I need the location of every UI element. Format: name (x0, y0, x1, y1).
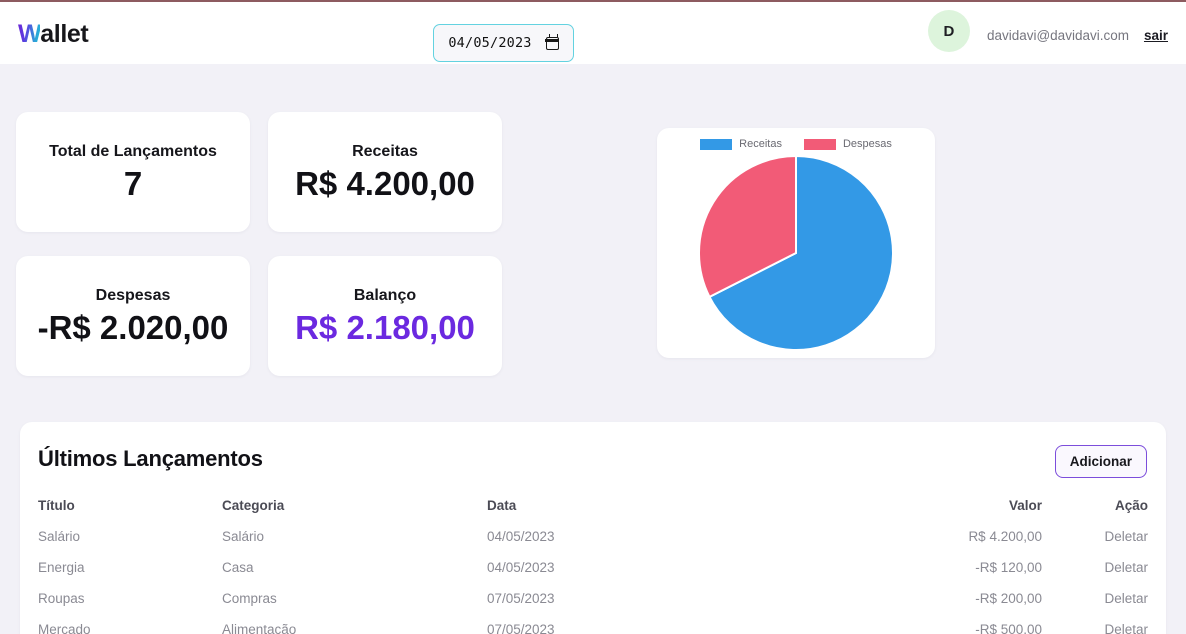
stat-card-balanco: Balanço R$ 2.180,00 (268, 256, 502, 376)
cell-valor: -R$ 200,00 (975, 591, 1042, 606)
column-header-data: Data (487, 498, 517, 513)
table-row: Roupas Compras 07/05/2023 -R$ 200,00 Deletar (38, 591, 1148, 622)
stat-value: -R$ 2.020,00 (37, 308, 229, 346)
logout-link[interactable]: sair (1144, 28, 1168, 43)
cell-valor: -R$ 500,00 (975, 622, 1042, 634)
delete-transaction-link[interactable]: Deletar (1042, 591, 1148, 622)
stat-label: Receitas (352, 142, 418, 160)
stat-card-total-lancamentos: Total de Lançamentos 7 (16, 112, 250, 232)
logo-rest: allet (40, 20, 89, 48)
date-picker[interactable]: 04/05/2023 (433, 24, 574, 62)
stat-label: Total de Lançamentos (49, 142, 217, 160)
cell-titulo: Roupas (38, 591, 85, 606)
table-row: Mercado Alimentação 07/05/2023 -R$ 500,00 De… (38, 622, 1148, 634)
table-row: Salário Salário 04/05/2023 R$ 4.200,00 Delet… (38, 529, 1148, 560)
transactions-table: Título Categoria Data Valor Ação Salário… (38, 498, 1148, 634)
user-area: D davidavi@davidavi.com sair (927, 10, 1168, 52)
cell-data: 07/05/2023 (487, 591, 555, 606)
legend-label: Receitas (739, 138, 782, 150)
cell-titulo: Salário (38, 529, 81, 544)
chart-legend: Receitas Despesas (657, 138, 935, 150)
app-header: Wallet 04/05/2023 D davidavi@davidavi.co… (0, 2, 1186, 64)
app-logo[interactable]: Wallet (18, 20, 89, 48)
avatar[interactable]: D (927, 10, 970, 52)
stat-value: 7 (123, 164, 143, 202)
cell-categoria: Compras (222, 591, 277, 606)
transactions-panel: Últimos Lançamentos Adicionar Título Cat… (20, 422, 1166, 634)
cell-data: 04/05/2023 (487, 529, 555, 544)
cell-categoria: Salário (222, 529, 265, 544)
cell-data: 07/05/2023 (487, 622, 555, 634)
stat-value: R$ 4.200,00 (295, 164, 475, 202)
legend-item-receitas[interactable]: Receitas (700, 138, 782, 150)
cell-valor: -R$ 120,00 (975, 560, 1042, 575)
legend-item-despesas[interactable]: Despesas (803, 138, 892, 150)
page-title: Últimos Lançamentos (38, 446, 263, 471)
cell-titulo: Energia (38, 560, 85, 575)
table-header-row: Título Categoria Data Valor Ação (38, 498, 1148, 529)
add-transaction-button[interactable]: Adicionar (1054, 445, 1147, 478)
legend-swatch-icon (700, 138, 733, 150)
calendar-icon[interactable] (545, 33, 560, 50)
cell-categoria: Casa (222, 560, 254, 575)
legend-swatch-icon (803, 138, 836, 150)
delete-transaction-link[interactable]: Deletar (1042, 622, 1148, 634)
column-header-titulo: Título (38, 498, 75, 513)
table-row: Energia Casa 04/05/2023 -R$ 120,00 Deletar (38, 560, 1148, 591)
logo-first-letter: W (18, 20, 41, 48)
cell-titulo: Mercado (38, 622, 91, 634)
pie-chart (657, 155, 935, 351)
user-email: davidavi@davidavi.com (986, 27, 1129, 43)
stat-label: Despesas (95, 286, 171, 304)
date-value: 04/05/2023 (448, 35, 532, 51)
pie-chart-card: Receitas Despesas (657, 128, 935, 358)
cell-data: 04/05/2023 (487, 560, 555, 575)
column-header-valor: Valor (1008, 498, 1042, 513)
transactions-body: Salário Salário 04/05/2023 R$ 4.200,00 Delet… (38, 529, 1148, 634)
legend-label: Despesas (842, 138, 892, 150)
stat-value: R$ 2.180,00 (295, 308, 475, 346)
cell-categoria: Alimentação (222, 622, 297, 634)
column-header-categoria: Categoria (222, 498, 285, 513)
delete-transaction-link[interactable]: Deletar (1042, 529, 1148, 560)
stat-card-despesas: Despesas -R$ 2.020,00 (16, 256, 250, 376)
stat-card-receitas: Receitas R$ 4.200,00 (268, 112, 502, 232)
cell-valor: R$ 4.200,00 (968, 529, 1042, 544)
stat-label: Balanço (353, 286, 417, 304)
pie-chart-svg[interactable] (698, 155, 894, 351)
delete-transaction-link[interactable]: Deletar (1042, 560, 1148, 591)
column-header-acao: Ação (1114, 498, 1148, 513)
